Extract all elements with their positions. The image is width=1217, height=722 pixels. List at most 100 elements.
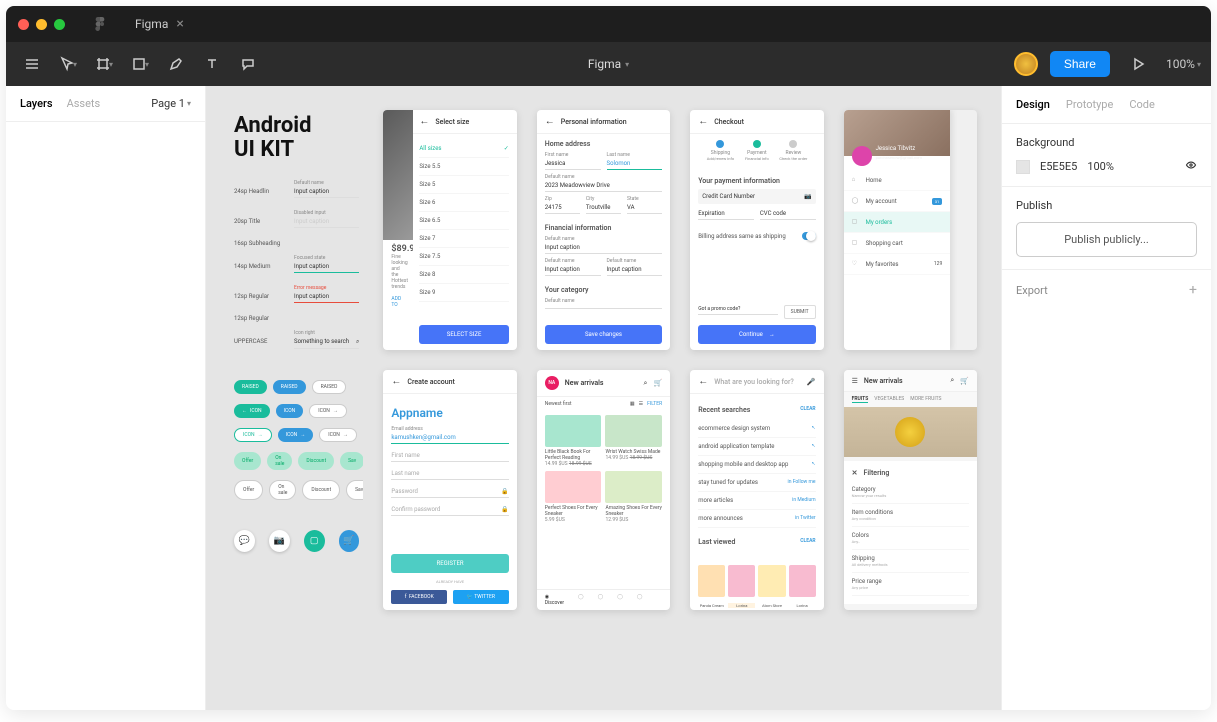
layers-tab[interactable]: Layers (20, 97, 53, 110)
arrow-right-icon: → (769, 331, 775, 338)
save-button: Save changes (545, 325, 662, 344)
back-icon: ← (419, 116, 429, 127)
assets-tab[interactable]: Assets (67, 97, 101, 110)
camera-icon: 📷 (804, 193, 811, 200)
design-tab[interactable]: Design (1016, 98, 1050, 111)
search-icon: ⌕ (356, 338, 359, 346)
profile-avatar (852, 146, 872, 166)
background-title: Background (1016, 136, 1197, 149)
move-tool[interactable]: ▾ (52, 48, 84, 80)
layers-panel: Layers Assets Page 1 ▾ (6, 86, 206, 710)
nav-icon: ◯ (637, 594, 643, 606)
figma-logo-icon (93, 17, 107, 31)
close-icon: ✕ (852, 469, 858, 477)
frame-create-account[interactable]: ←Create account Appname Email address ka… (383, 370, 516, 610)
nav-icon: ◯ (578, 594, 584, 606)
document-tab[interactable]: Figma × (125, 6, 194, 42)
twitter-button: 🐦 TWITTER (453, 590, 509, 604)
nav-icon: ◯ (617, 594, 623, 606)
search-icon: ⌕ (950, 376, 954, 385)
lock-icon: 🔒 (501, 506, 508, 513)
cart-fab-icon: 🛒 (339, 530, 360, 552)
tab-label: Figma (135, 17, 168, 31)
back-icon: ← (545, 116, 555, 127)
user-icon: ◯ (852, 197, 860, 205)
export-section: Export + (1002, 270, 1211, 310)
frame-search[interactable]: ←What are you looking for?🎤 Recent searc… (690, 370, 823, 610)
maximize-window-icon[interactable] (54, 19, 65, 30)
background-swatch[interactable] (1016, 160, 1030, 174)
publish-button[interactable]: Publish publicly... (1016, 222, 1197, 257)
arrow-icon: ↖ (811, 425, 815, 432)
frame-select-size[interactable]: $89.95 Fine looking and the Hottest tren… (383, 110, 516, 350)
back-icon: ← (698, 376, 708, 387)
kit-title-1: Android (234, 114, 359, 138)
canvas[interactable]: Android UI KIT 24sp HeadlinDefault nameI… (206, 86, 1001, 710)
menu-button[interactable] (16, 48, 48, 80)
visibility-icon[interactable] (1185, 159, 1197, 174)
discover-icon: ◉Discover (545, 594, 564, 606)
document-title[interactable]: Figma ▾ (588, 57, 629, 71)
close-window-icon[interactable] (18, 19, 29, 30)
frame-checkout[interactable]: ←Checkout ShippingAdd/renew info Payment… (690, 110, 823, 350)
shape-tool[interactable]: ▾ (124, 48, 156, 80)
chevron-down-icon: ▾ (1197, 60, 1201, 69)
heart-icon: ♡ (852, 260, 860, 268)
frame-filter[interactable]: ☰New arrivals⌕🛒 FRUITSVEGETABLESMORE FRU… (844, 370, 977, 610)
page-label: Page 1 (151, 97, 185, 110)
camera-fab-icon: 📷 (269, 530, 290, 552)
add-export-button[interactable]: + (1189, 282, 1197, 298)
chat-fab-icon: 💬 (234, 530, 255, 552)
mic-icon: 🎤 (807, 378, 816, 386)
continue-button: Continue→ (698, 325, 815, 344)
code-tab[interactable]: Code (1129, 98, 1154, 111)
frame-tool[interactable]: ▾ (88, 48, 120, 80)
text-tool[interactable] (196, 48, 228, 80)
close-tab-icon[interactable]: × (176, 16, 183, 32)
chevron-down-icon: ▾ (625, 60, 629, 69)
check-icon: ✓ (504, 145, 509, 152)
frame-buttons[interactable]: RAISEDRAISEDRAISED ← ICONICONICON → ICON… (230, 370, 363, 610)
doc-name: Figma (588, 57, 621, 71)
register-button: REGISTER (391, 554, 508, 573)
titlebar: Figma × (6, 6, 1211, 42)
nav-icon: ◯ (598, 594, 604, 606)
publish-section: Publish Publish publicly... (1002, 187, 1211, 270)
window-controls (18, 19, 65, 30)
grid-icon: ▦ (630, 401, 635, 407)
billing-toggle (802, 232, 816, 240)
lock-icon: 🔒 (501, 488, 508, 495)
background-opacity[interactable]: 100% (1087, 160, 1114, 173)
back-icon: ← (391, 376, 401, 387)
toolbar: ▾ ▾ ▾ Figma ▾ Share 100% ▾ (6, 42, 1211, 86)
background-section: Background E5E5E5 100% (1002, 124, 1211, 187)
user-avatar[interactable] (1014, 52, 1038, 76)
present-button[interactable] (1122, 48, 1154, 80)
list-icon: ☰ (639, 401, 643, 407)
cart-icon: ▢ (852, 239, 860, 247)
facebook-button: f FACEBOOK (391, 590, 447, 604)
frame-typography[interactable]: Android UI KIT 24sp HeadlinDefault nameI… (230, 110, 363, 350)
frame-profile-menu[interactable]: Jessica Tibvitz purchasenow@gmail.com ⌂H… (844, 110, 977, 350)
cart-icon: 🛒 (960, 377, 969, 385)
minimize-window-icon[interactable] (36, 19, 47, 30)
arrow-icon: ↖ (811, 443, 815, 450)
back-icon: ← (698, 116, 708, 127)
menu-icon: ☰ (852, 377, 858, 385)
page-selector[interactable]: Page 1 ▾ (151, 97, 191, 110)
zoom-control[interactable]: 100% ▾ (1166, 57, 1201, 71)
prototype-tab[interactable]: Prototype (1066, 98, 1113, 111)
cart-icon: 🛒 (653, 379, 662, 387)
message-fab-icon: ▢ (304, 530, 325, 552)
frame-personal-info[interactable]: ←Personal information Home address First… (537, 110, 670, 350)
share-button[interactable]: Share (1050, 51, 1110, 77)
export-title: Export (1016, 284, 1048, 297)
background-hex[interactable]: E5E5E5 (1040, 160, 1077, 173)
frame-new-arrivals[interactable]: NANew arrivals⌕🛒 Newest first ▦☰FILTER L… (537, 370, 670, 610)
pen-tool[interactable] (160, 48, 192, 80)
chevron-down-icon: ▾ (187, 99, 191, 108)
comment-tool[interactable] (232, 48, 264, 80)
kit-title-2: UI KIT (234, 138, 359, 162)
home-icon: ⌂ (852, 176, 860, 184)
arrow-icon: ↖ (811, 461, 815, 468)
